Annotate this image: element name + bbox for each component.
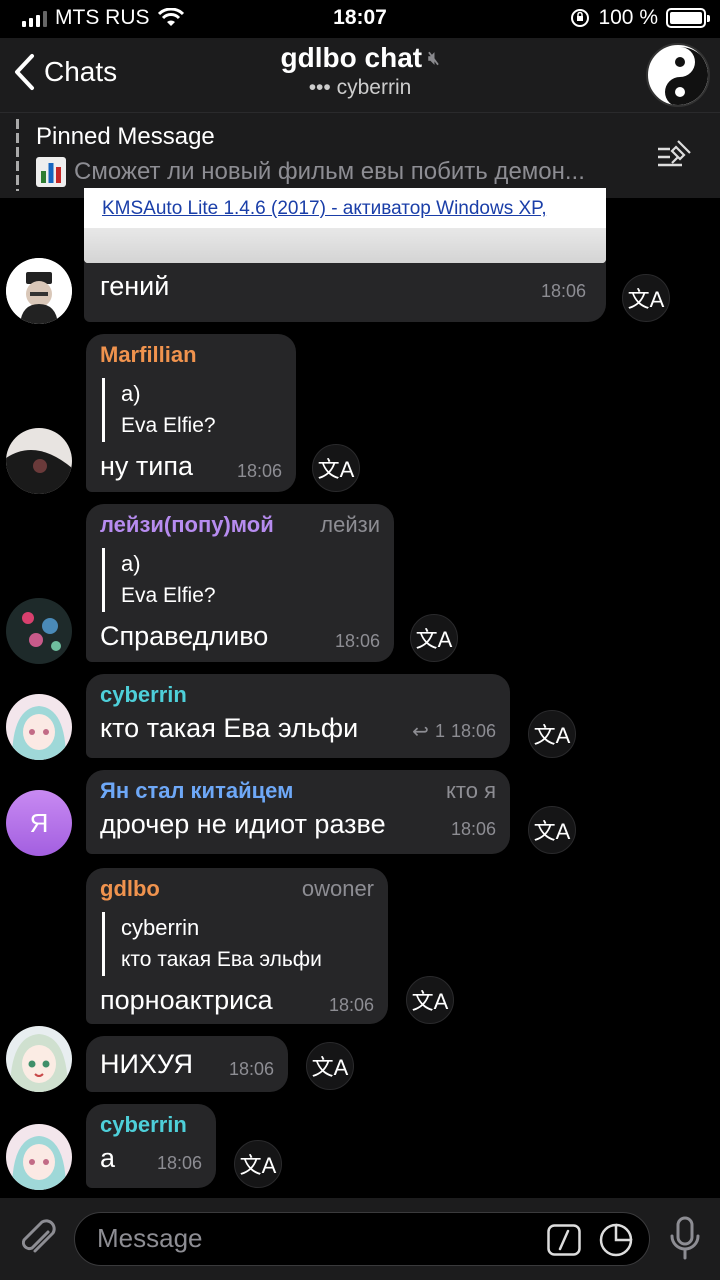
message-bubble[interactable]: KMSAuto Lite 1.4.6 (2017) - активатор Wi… <box>84 188 606 322</box>
message-text: дрочер не идиот разве <box>100 809 386 839</box>
chat-title-area[interactable]: gdlbo chat 🔇︎ ••• cyberrin <box>0 42 720 100</box>
pinned-title: Pinned Message <box>36 123 215 150</box>
reply-name: a) <box>121 381 141 406</box>
group-avatar[interactable] <box>646 43 710 107</box>
message-time: 18:06 <box>156 1153 202 1173</box>
message-text: гений <box>100 271 170 301</box>
pinned-text: Сможет ли новый фильм евы побить демон..… <box>74 158 585 185</box>
reply-count[interactable]: 1 <box>435 721 445 742</box>
message-bubble[interactable]: Marfillian a) Eva Elfie? ну типа 18:06 <box>86 334 296 492</box>
translate-icon: 文A <box>239 1153 277 1178</box>
battery-label: 100 % <box>598 6 658 29</box>
reply-text: Eva Elfie? <box>121 584 216 607</box>
translate-button[interactable]: 文A <box>622 274 670 322</box>
chart-icon <box>36 157 66 187</box>
status-right: 100 % <box>570 6 710 30</box>
message-field[interactable] <box>74 1212 650 1266</box>
message-bubble[interactable]: gdlbo owoner cyberrin кто такая Ева эльф… <box>86 868 388 1024</box>
reply-name: a) <box>121 551 141 576</box>
status-bar: MTS RUS 18:07 100 % <box>0 0 720 38</box>
pinned-indicator <box>16 119 19 191</box>
translate-button[interactable]: 文A <box>528 806 576 854</box>
attach-icon[interactable] <box>18 1218 58 1262</box>
reply-text: кто такая Ева эльфи <box>121 948 322 971</box>
composer-bar <box>0 1198 720 1280</box>
translate-icon: 文A <box>311 1055 349 1080</box>
message-image: KMSAuto Lite 1.4.6 (2017) - активатор Wi… <box>84 188 606 263</box>
message-time: 18:06 <box>334 631 380 651</box>
sender-role: owoner <box>301 876 374 901</box>
message-time: 18:06 <box>228 1059 274 1079</box>
sender-name[interactable]: лейзи(попу)мой <box>100 512 274 538</box>
translate-button[interactable]: 文A <box>312 444 360 492</box>
battery-icon <box>666 8 710 28</box>
message-text: а <box>100 1143 116 1173</box>
mute-icon: 🔇︎ <box>428 47 440 68</box>
message-bubble[interactable]: cyberrin а 18:06 <box>86 1104 216 1188</box>
reply-icon[interactable]: ↩ <box>412 719 429 744</box>
sender-name[interactable]: Marfillian <box>100 342 197 368</box>
translate-icon: 文A <box>627 287 665 312</box>
message-text: НИХУЯ <box>100 1049 193 1079</box>
translate-icon: 文A <box>415 627 453 652</box>
avatar[interactable]: Я <box>6 790 72 856</box>
translate-button[interactable]: 文A <box>528 710 576 758</box>
message-input[interactable] <box>97 1223 517 1254</box>
message-text: порноактриса <box>100 985 273 1015</box>
command-icon[interactable] <box>547 1224 581 1256</box>
avatar[interactable] <box>6 428 72 494</box>
translate-button[interactable]: 文A <box>410 614 458 662</box>
translate-icon: 文A <box>317 457 355 482</box>
sender-name[interactable]: cyberrin <box>100 682 187 708</box>
mic-icon[interactable] <box>670 1216 700 1262</box>
message-bubble[interactable]: Ян стал китайцем кто я дрочер не идиот р… <box>86 770 510 854</box>
message-bubble[interactable]: лейзи(попу)мой лейзи a) Eva Elfie? Справ… <box>86 504 394 662</box>
avatar[interactable] <box>6 1124 72 1190</box>
avatar[interactable] <box>6 598 72 664</box>
translate-button[interactable]: 文A <box>306 1042 354 1090</box>
reply-quote[interactable]: cyberrin кто такая Ева эльфи <box>102 912 374 976</box>
pinned-message-bar[interactable]: Pinned Message Сможет ли новый фильм евы… <box>0 112 720 198</box>
translate-button[interactable]: 文A <box>406 976 454 1024</box>
message-text: кто такая Ева эльфи <box>100 713 359 743</box>
sender-role: кто я <box>446 778 496 803</box>
reply-quote[interactable]: a) Eva Elfie? <box>102 378 282 442</box>
sender-name[interactable]: gdlbo <box>100 876 160 902</box>
pin-list-icon[interactable] <box>656 139 694 169</box>
message-time: 18:06 <box>236 461 282 481</box>
sender-name[interactable]: Ян стал китайцем <box>100 778 293 804</box>
message-time: 18:06 <box>540 281 586 301</box>
translate-icon: 文A <box>411 989 449 1014</box>
chat-title: gdlbo chat <box>280 42 423 73</box>
translate-button[interactable]: 文A <box>234 1140 282 1188</box>
avatar[interactable] <box>6 694 72 760</box>
message-time: 18:06 <box>328 995 374 1015</box>
message-list[interactable]: KMSAuto Lite 1.4.6 (2017) - активатор Wi… <box>0 188 720 1198</box>
reply-name: cyberrin <box>121 915 200 940</box>
image-link-text: KMSAuto Lite 1.4.6 (2017) - активатор Wi… <box>102 198 547 219</box>
pinned-preview: Сможет ли новый фильм евы побить демон..… <box>36 157 585 187</box>
reply-quote[interactable]: a) Eva Elfie? <box>102 548 380 612</box>
sender-name[interactable]: cyberrin <box>100 1112 187 1138</box>
message-meta: ↩ 1 18:06 <box>412 719 496 746</box>
sender-role: лейзи <box>320 512 380 537</box>
message-time: 18:06 <box>450 721 496 741</box>
message-bubble[interactable]: НИХУЯ 18:06 <box>86 1036 288 1092</box>
translate-icon: 文A <box>533 723 571 748</box>
avatar-letter: Я <box>29 807 49 838</box>
message-text: Справедливо <box>100 621 269 651</box>
chat-header: Chats gdlbo chat 🔇︎ ••• cyberrin <box>0 38 720 112</box>
translate-icon: 文A <box>533 819 571 844</box>
avatar[interactable] <box>6 1026 72 1092</box>
avatar[interactable] <box>6 258 72 324</box>
orientation-lock-icon <box>571 9 590 27</box>
typing-status: ••• cyberrin <box>308 76 412 99</box>
reply-text: Eva Elfie? <box>121 414 216 437</box>
sticker-icon[interactable] <box>599 1223 633 1257</box>
message-bubble[interactable]: cyberrin кто такая Ева эльфи ↩ 1 18:06 <box>86 674 510 758</box>
message-time: 18:06 <box>450 819 496 839</box>
message-text: ну типа <box>100 451 193 481</box>
